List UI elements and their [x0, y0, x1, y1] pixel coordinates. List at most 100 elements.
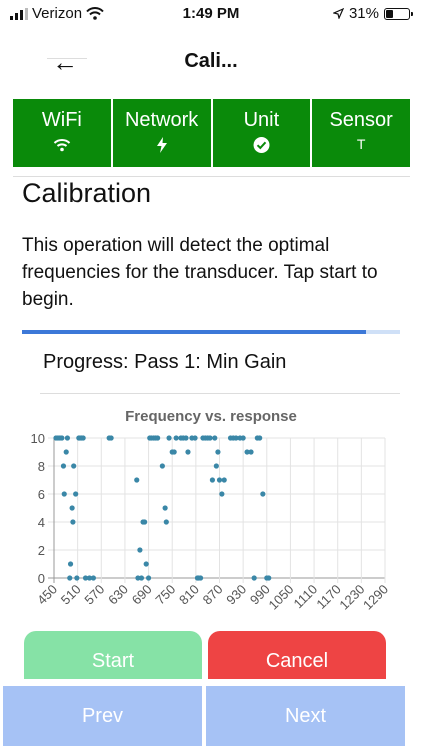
- battery-level: [386, 9, 393, 18]
- step-tabs: WiFi Network Unit Sensor T: [13, 99, 410, 167]
- y-tick-label: 4: [38, 515, 45, 530]
- data-point: [59, 435, 65, 441]
- data-point: [155, 435, 161, 441]
- tab-sensor[interactable]: Sensor T: [312, 99, 410, 167]
- data-point: [70, 519, 76, 525]
- chart-title: Frequency vs. response: [125, 408, 297, 425]
- progress-divider: [40, 393, 400, 394]
- data-point: [80, 435, 86, 441]
- x-tick-label: 510: [58, 582, 84, 608]
- x-tick-label: 630: [105, 582, 131, 608]
- data-point: [215, 449, 221, 455]
- data-point: [73, 491, 79, 497]
- tab-sensor-label: Sensor: [329, 109, 393, 131]
- x-tick-label: 1050: [265, 582, 296, 613]
- tab-network[interactable]: Network: [112, 99, 211, 167]
- data-point: [61, 491, 67, 497]
- data-point: [257, 435, 263, 441]
- data-point: [60, 463, 67, 469]
- data-point: [171, 449, 177, 455]
- data-point: [197, 575, 204, 581]
- data-point: [260, 491, 266, 497]
- data-point: [134, 477, 140, 483]
- data-point: [266, 575, 272, 581]
- data-point: [163, 519, 169, 525]
- nav-bar: ← Cali...: [0, 32, 422, 92]
- bolt-icon: [156, 137, 167, 153]
- sensor-type-label: T: [356, 136, 366, 152]
- tab-wifi[interactable]: WiFi: [13, 99, 111, 167]
- data-point: [213, 463, 219, 469]
- x-tick-label: 570: [81, 582, 107, 608]
- start-button[interactable]: Start: [24, 631, 202, 679]
- data-point: [143, 561, 149, 567]
- y-tick-label: 0: [38, 571, 45, 586]
- data-point: [159, 463, 165, 469]
- progress-bar: [22, 330, 400, 334]
- tab-unit[interactable]: Unit: [212, 99, 311, 167]
- calibration-description: This operation will detect the optimal f…: [22, 235, 378, 310]
- data-point: [108, 435, 114, 441]
- status-bar: Verizon 1:49 PM 31%: [0, 0, 422, 30]
- y-tick-label: 2: [38, 543, 45, 558]
- x-tick-label: 750: [152, 582, 178, 608]
- cancel-button[interactable]: Cancel: [208, 631, 386, 679]
- battery-percent: 31%: [348, 5, 379, 22]
- tab-unit-label: Unit: [243, 109, 280, 131]
- x-tick-label: 1230: [336, 582, 367, 613]
- data-point: [183, 435, 189, 441]
- data-point: [173, 435, 179, 441]
- data-point: [248, 449, 254, 455]
- chart-grid: [48, 437, 386, 583]
- data-point: [145, 575, 152, 581]
- x-tick-label: 1170: [313, 582, 343, 612]
- header-divider: [13, 176, 410, 177]
- data-point: [185, 449, 191, 455]
- progress-text: Progress: Pass 1: Min Gain: [43, 351, 287, 373]
- data-point: [251, 575, 257, 581]
- status-right: 31%: [332, 5, 413, 22]
- x-tick-label: 930: [223, 582, 249, 608]
- data-point: [166, 435, 172, 441]
- data-point: [207, 435, 213, 441]
- data-point: [212, 435, 218, 441]
- x-tick-label: 870: [200, 582, 226, 608]
- data-point: [138, 575, 145, 581]
- page-title: Cali...: [184, 50, 238, 72]
- data-point: [240, 435, 246, 441]
- x-tick-label: 690: [129, 582, 155, 608]
- data-point: [67, 561, 74, 567]
- y-tick-label: 6: [38, 487, 45, 502]
- prev-button[interactable]: Prev: [3, 686, 202, 746]
- x-tick-label: 810: [176, 582, 202, 608]
- next-button[interactable]: Next: [206, 686, 405, 746]
- y-tick-label: 8: [38, 459, 45, 474]
- battery-icon: [384, 7, 413, 20]
- check-circle-icon: [253, 137, 270, 153]
- data-point: [90, 575, 97, 581]
- tab-wifi-label: WiFi: [41, 109, 82, 131]
- wifi-icon: [53, 139, 71, 152]
- data-point: [221, 477, 227, 483]
- data-point: [216, 477, 223, 483]
- x-tick-label: 1110: [290, 582, 320, 612]
- data-point: [142, 519, 148, 525]
- back-underline: [47, 58, 87, 59]
- tab-network-label: Network: [124, 109, 199, 131]
- y-tick-label: 10: [31, 431, 45, 446]
- data-point: [63, 449, 69, 455]
- frequency-response-chart: Frequency vs. response 02468104505105706…: [31, 408, 392, 613]
- x-tick-label: 1290: [360, 582, 391, 613]
- location-arrow-icon: [332, 8, 344, 19]
- data-point: [209, 477, 216, 483]
- data-point: [219, 491, 225, 497]
- section-title: Calibration: [22, 178, 152, 208]
- data-point: [162, 505, 168, 511]
- data-point: [69, 505, 75, 511]
- data-point: [192, 435, 198, 441]
- data-point: [67, 575, 73, 581]
- data-point: [71, 463, 77, 469]
- data-point: [74, 575, 80, 581]
- data-point: [137, 547, 143, 553]
- chart-points: [53, 435, 272, 581]
